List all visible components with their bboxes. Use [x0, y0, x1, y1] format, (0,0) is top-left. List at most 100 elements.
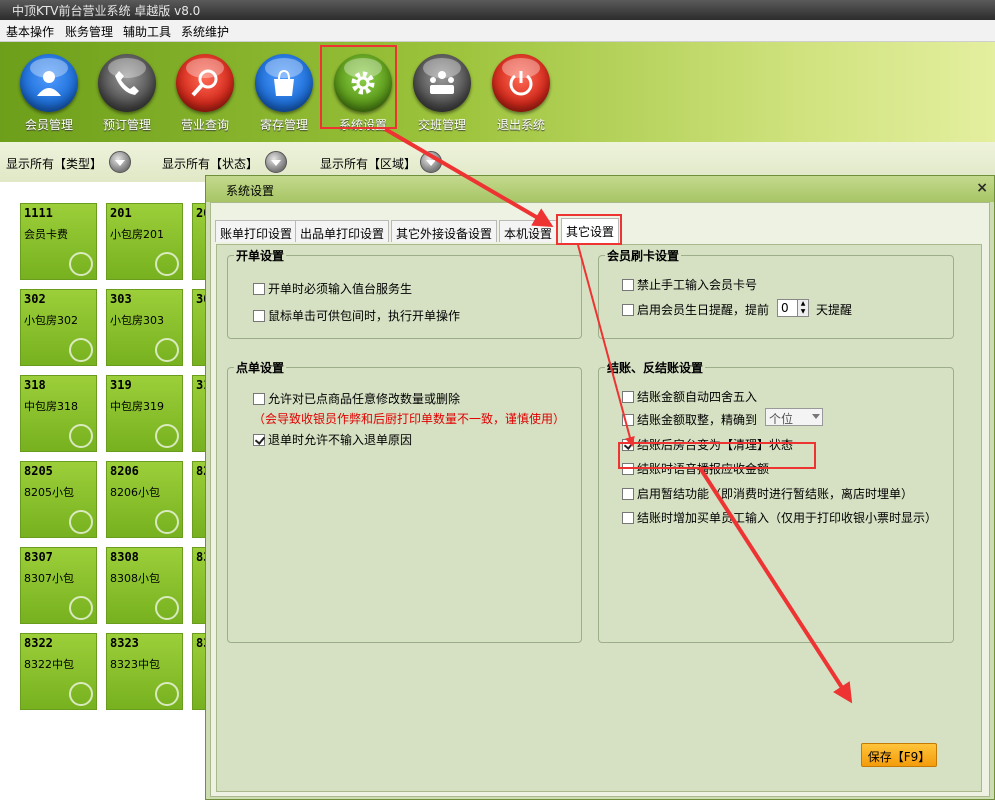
refund-no-reason-checkbox[interactable]: 退单时允许不输入退单原因 — [253, 431, 412, 448]
room-tile[interactable]: 303 小包房303 — [106, 289, 183, 366]
shift-label: 交班管理 — [417, 118, 466, 132]
close-icon[interactable]: × — [976, 180, 988, 196]
tab-external-devices[interactable]: 其它外接设备设置 — [391, 220, 498, 242]
remind-days-suffix: 天提醒 — [816, 303, 853, 317]
room-tile[interactable]: 201 小包房201 — [106, 203, 183, 280]
menu-bar: 基本操作 账务管理 辅助工具 系统维护 — [0, 20, 995, 42]
shift-button[interactable]: 交班管理 — [407, 54, 477, 133]
menu-tools[interactable]: 辅助工具 — [123, 23, 171, 40]
stepper-arrows-icon[interactable]: ▲ ▼ — [797, 300, 808, 316]
checkbox-icon — [622, 488, 634, 500]
checkout-group: 结账、反结账设置 结账金额自动四舍五入 结账金额取整，精确到 个位 结账后房台变… — [598, 359, 954, 643]
select-value: 个位 — [769, 412, 794, 426]
exit-button[interactable]: 退出系统 — [486, 54, 556, 133]
logo-icon — [155, 252, 179, 276]
precision-select[interactable]: 个位 — [765, 408, 823, 426]
birthday-remind-checkbox[interactable]: 启用会员生日提醒，提前 — [622, 301, 769, 318]
menu-basic-ops[interactable]: 基本操作 — [6, 23, 54, 40]
room-tile[interactable]: 8205 8205小包 — [20, 461, 97, 538]
checkbox-icon — [622, 512, 634, 524]
warning-text: （会导致收银员作弊和后厨打印单数量不一致，谨慎使用） — [253, 412, 566, 426]
checkbox-label: 允许对已点商品任意修改数量或删除 — [268, 392, 461, 406]
filter-type[interactable]: 显示所有【类型】 — [6, 155, 102, 172]
chevron-down-icon[interactable] — [420, 151, 442, 173]
tab-bill-print[interactable]: 账单打印设置 — [215, 220, 298, 242]
logo-icon — [155, 682, 179, 706]
room-number: 319 — [110, 378, 132, 392]
logo-icon — [69, 338, 93, 362]
chevron-down-icon — [812, 414, 820, 419]
tab-item-print[interactable]: 出品单打印设置 — [295, 220, 390, 242]
checkbox-icon — [622, 391, 634, 403]
room-name: 中包房319 — [110, 400, 164, 413]
group-title: 开单设置 — [234, 247, 287, 264]
room-name: 8206小包 — [110, 486, 160, 499]
round-amount-checkbox[interactable]: 结账金额自动四舍五入 — [622, 388, 757, 405]
other-settings-panel: 开单设置 开单时必须输入值台服务生 鼠标单击可供包间时，执行开单操作 点单设置 … — [216, 244, 982, 792]
checkbox-label: 结账时增加买单员工输入（仅用于打印收银小票时显示） — [637, 511, 938, 525]
storage-button[interactable]: 寄存管理 — [249, 54, 319, 133]
require-waiter-checkbox[interactable]: 开单时必须输入值台服务生 — [253, 280, 412, 297]
room-name: 小包房201 — [110, 228, 164, 241]
highlight-clean-status — [618, 442, 816, 469]
save-button[interactable]: 保存【F9】 — [861, 743, 937, 767]
logo-icon — [69, 682, 93, 706]
main-toolbar: 会员管理 预订管理 营业查询 寄存管理 系统设置 交班管理 退出系统 — [0, 42, 995, 142]
menu-maintenance[interactable]: 系统维护 — [181, 23, 229, 40]
meeting-icon — [413, 54, 471, 112]
logo-icon — [69, 510, 93, 534]
member-button[interactable]: 会员管理 — [14, 54, 84, 133]
payer-staff-checkbox[interactable]: 结账时增加买单员工输入（仅用于打印收银小票时显示） — [622, 509, 937, 526]
room-tile[interactable]: 302 小包房302 — [20, 289, 97, 366]
room-name: 8307小包 — [24, 572, 74, 585]
disable-manual-card-checkbox[interactable]: 禁止手工输入会员卡号 — [622, 276, 757, 293]
room-number: 8308 — [110, 550, 139, 564]
dialog-body: 账单打印设置 出品单打印设置 其它外接设备设置 本机设置 其它设置 开单设置 开… — [210, 202, 990, 797]
room-number: 8205 — [24, 464, 53, 478]
tab-local[interactable]: 本机设置 — [499, 220, 558, 242]
logo-icon — [69, 596, 93, 620]
filter-area[interactable]: 显示所有【区域】 — [320, 155, 416, 172]
room-tile[interactable]: 8308 8308小包 — [106, 547, 183, 624]
logo-icon — [155, 338, 179, 362]
checkbox-label: 禁止手工输入会员卡号 — [637, 278, 758, 292]
open-bill-group: 开单设置 开单时必须输入值台服务生 鼠标单击可供包间时，执行开单操作 — [227, 247, 582, 339]
room-tile[interactable]: 318 中包房318 — [20, 375, 97, 452]
filter-status[interactable]: 显示所有【状态】 — [162, 155, 258, 172]
checkbox-label: 结账金额取整，精确到 — [637, 413, 758, 427]
room-number: 318 — [24, 378, 46, 392]
checkbox-icon — [622, 279, 634, 291]
room-tile[interactable]: 1111 会员卡费 — [20, 203, 97, 280]
logo-icon — [155, 424, 179, 448]
chevron-down-icon[interactable] — [109, 151, 131, 173]
room-tile[interactable]: 319 中包房319 — [106, 375, 183, 452]
room-tile[interactable]: 8322 8322中包 — [20, 633, 97, 710]
room-number: 302 — [24, 292, 46, 306]
room-number: 8307 — [24, 550, 53, 564]
remind-days-stepper[interactable]: 0 ▲ ▼ — [777, 299, 809, 317]
room-tile[interactable]: 8206 8206小包 — [106, 461, 183, 538]
storage-label: 寄存管理 — [259, 118, 308, 132]
booking-button[interactable]: 预订管理 — [92, 54, 162, 133]
room-tile[interactable]: 8323 8323中包 — [106, 633, 183, 710]
integer-amount-checkbox[interactable]: 结账金额取整，精确到 — [622, 411, 757, 428]
checkbox-label: 启用会员生日提醒，提前 — [637, 303, 770, 317]
room-number: 8323 — [110, 636, 139, 650]
room-grid: 1111 会员卡费 201 小包房201 20 302 小包房302 303 小包房30… — [0, 183, 210, 800]
room-tile[interactable]: 8307 8307小包 — [20, 547, 97, 624]
room-name: 小包房303 — [110, 314, 164, 327]
logo-icon — [69, 424, 93, 448]
checkbox-label: 鼠标单击可供包间时，执行开单操作 — [268, 309, 461, 323]
member-icon — [20, 54, 78, 112]
menu-accounts[interactable]: 账务管理 — [65, 23, 113, 40]
query-button[interactable]: 营业查询 — [170, 54, 240, 133]
bag-icon — [255, 54, 313, 112]
allow-modify-checkbox[interactable]: 允许对已点商品任意修改数量或删除 — [253, 390, 460, 407]
checkbox-icon — [622, 304, 634, 316]
room-name: 会员卡费 — [24, 228, 68, 241]
checkbox-icon — [253, 434, 265, 446]
chevron-down-icon[interactable] — [265, 151, 287, 173]
dialog-title: 系统设置 — [206, 176, 994, 202]
temp-checkout-checkbox[interactable]: 启用暂结功能（即消费时进行暂结账，离店时埋单） — [622, 485, 913, 502]
click-open-checkbox[interactable]: 鼠标单击可供包间时，执行开单操作 — [253, 307, 460, 324]
